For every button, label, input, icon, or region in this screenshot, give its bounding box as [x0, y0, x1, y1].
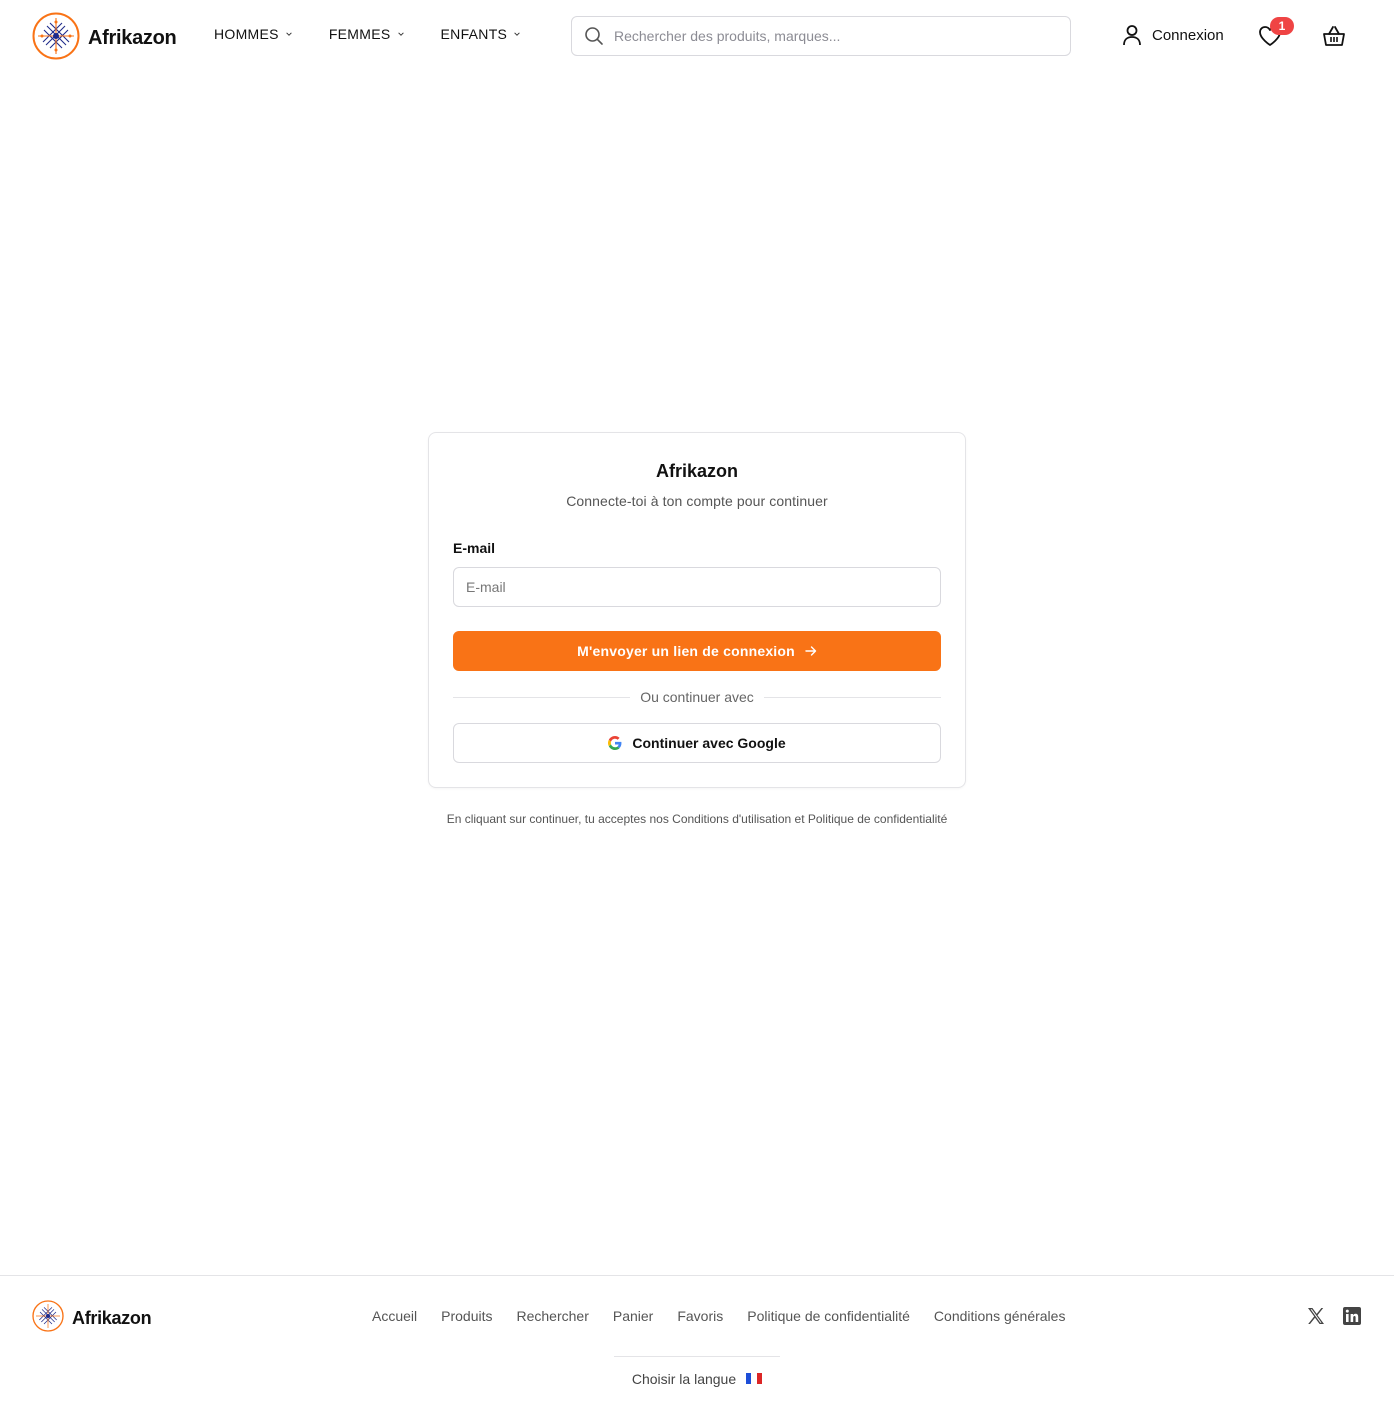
main-nav: HOMMES FEMMES ENFANTS [214, 26, 557, 42]
card-subtitle: Connecte-toi à ton compte pour continuer [566, 493, 828, 509]
send-login-link-button[interactable]: M'envoyer un lien de connexion [453, 631, 941, 671]
arrow-right-icon [805, 646, 817, 656]
language-selector[interactable]: Choisir la langue [614, 1356, 780, 1400]
basket-icon[interactable] [1322, 24, 1346, 48]
afrikazon-logo-icon [32, 12, 80, 65]
search-bar [571, 16, 1071, 56]
login-card: Afrikazon Connecte-toi à ton compte pour… [428, 432, 966, 788]
x-twitter-icon[interactable] [1306, 1306, 1326, 1326]
footer-brand-name: Afrikazon [72, 1308, 152, 1328]
footer-link-terms[interactable]: Conditions générales [934, 1308, 1066, 1324]
nav-item-hommes[interactable]: HOMMES [214, 26, 293, 42]
nav-item-label: FEMMES [328, 26, 391, 42]
chevron-down-icon [286, 32, 292, 36]
send-login-link-label: M'envoyer un lien de connexion [577, 643, 795, 659]
footer-links: Accueil Produits Rechercher Panier Favor… [372, 1308, 1089, 1324]
or-divider: Ou continuer avec [453, 689, 941, 705]
language-label: Choisir la langue [631, 1370, 737, 1387]
chevron-down-icon [514, 32, 520, 36]
footer-link-panier[interactable]: Panier [613, 1308, 653, 1324]
nav-item-label: ENFANTS [440, 26, 508, 42]
footer-link-accueil[interactable]: Accueil [372, 1308, 417, 1324]
france-flag-icon [746, 1373, 763, 1384]
footer-link-privacy[interactable]: Politique de confidentialité [747, 1308, 910, 1324]
divider-line [763, 696, 941, 698]
chevron-down-icon [397, 32, 404, 36]
site-footer: Afrikazon Accueil Produits Rechercher Pa… [0, 1275, 1394, 1420]
email-field[interactable] [453, 567, 941, 607]
footer-brand[interactable]: Afrikazon [32, 1300, 152, 1337]
login-label: Connexion [1152, 26, 1224, 44]
nav-item-femmes[interactable]: FEMMES [329, 26, 405, 42]
brand-name: Afrikazon [88, 27, 177, 49]
site-header: Afrikazon HOMMES FEMMES ENFANTS Connexio… [0, 0, 1394, 72]
nav-item-label: HOMMES [214, 26, 279, 42]
divider-line [453, 696, 631, 698]
user-icon [1123, 25, 1141, 46]
email-label: E-mail [453, 540, 496, 556]
favorites-count-badge: 1 [1270, 17, 1294, 35]
search-icon [585, 27, 603, 45]
footer-link-produits[interactable]: Produits [441, 1308, 492, 1324]
terms-notice: En cliquant sur continuer, tu acceptes n… [446, 812, 948, 826]
divider-text: Ou continuer avec [640, 689, 754, 705]
google-login-button[interactable]: Continuer avec Google [453, 723, 941, 763]
footer-link-rechercher[interactable]: Rechercher [517, 1308, 589, 1324]
google-login-label: Continuer avec Google [632, 735, 786, 751]
search-input[interactable] [614, 28, 1054, 44]
linkedin-icon[interactable] [1342, 1306, 1362, 1326]
footer-link-favoris[interactable]: Favoris [677, 1308, 723, 1324]
afrikazon-logo-icon [32, 1300, 64, 1337]
google-icon [608, 736, 622, 750]
card-title: Afrikazon [655, 461, 738, 481]
login-button[interactable]: Connexion [1122, 24, 1224, 46]
nav-item-enfants[interactable]: ENFANTS [441, 26, 522, 42]
brand-logo-link[interactable]: Afrikazon [32, 12, 177, 65]
